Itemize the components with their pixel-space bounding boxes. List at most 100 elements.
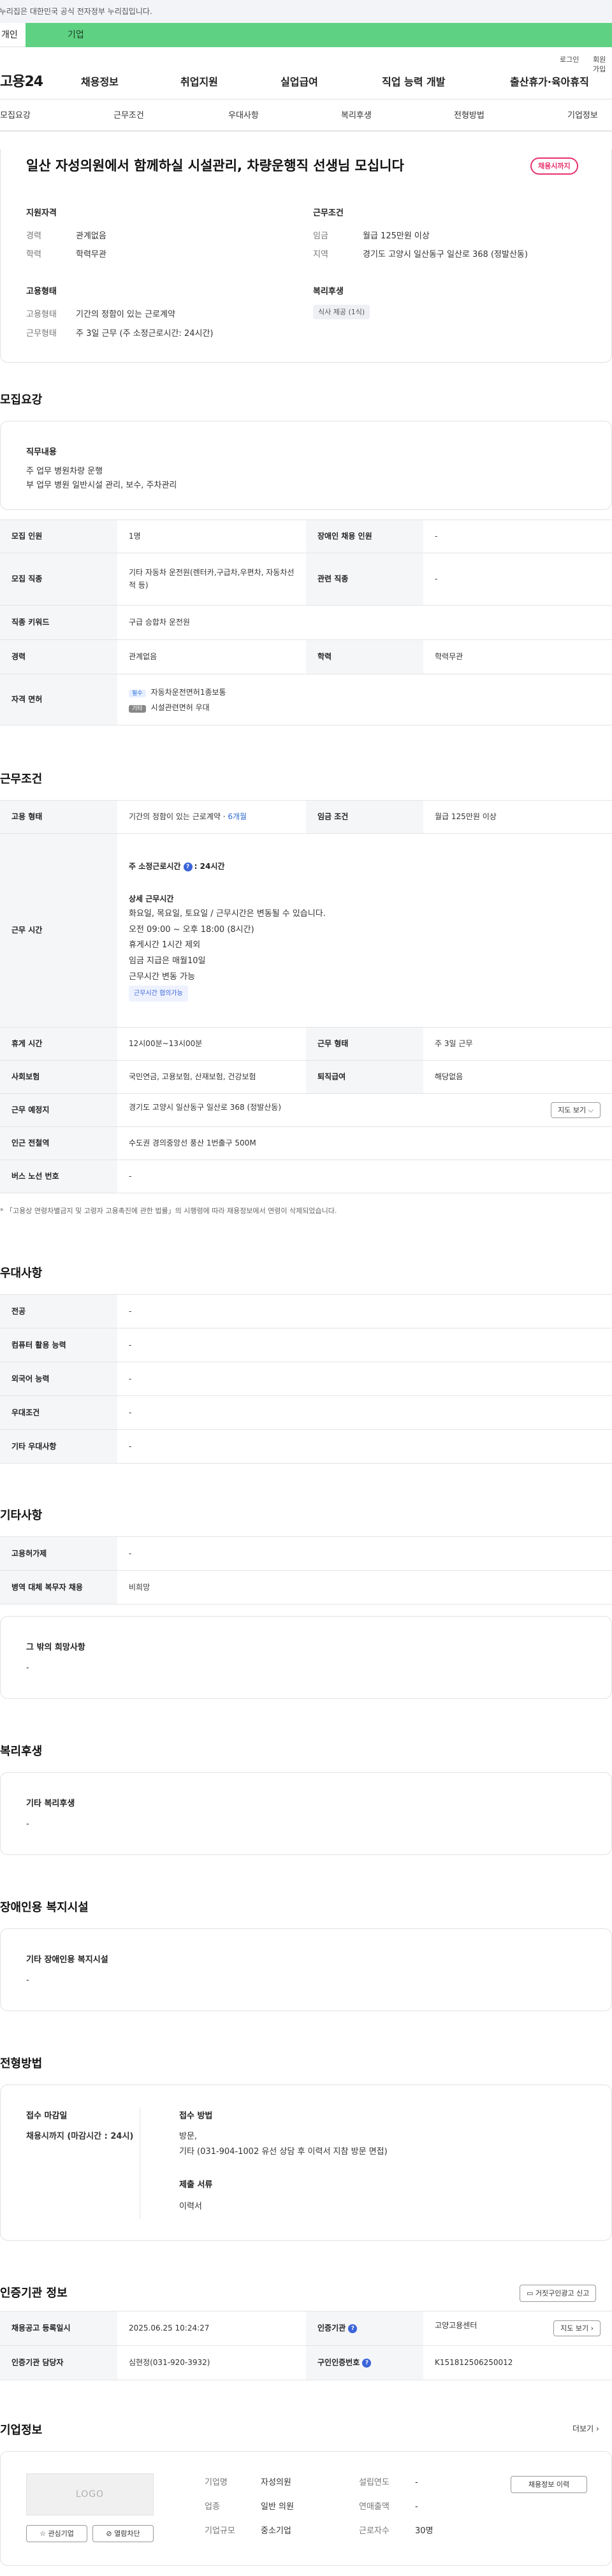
gnb-menu-training[interactable]: 직업 능력 개발 xyxy=(382,75,445,89)
hours-line-4: 임금 지급은 매월10일 xyxy=(129,956,206,966)
table-row: 우대조건 - xyxy=(0,1395,612,1430)
severance-value: 해당없음 xyxy=(423,1060,612,1094)
permit-value: - xyxy=(117,1536,612,1571)
report-fake-ad-button[interactable]: ▭ 거짓구인광고 신고 xyxy=(520,2285,597,2303)
weekly-hours-label: 주 소정근로시간 xyxy=(129,862,184,871)
tab-recruit[interactable]: 모집요강 xyxy=(0,110,31,122)
agency-heading: 인증기관 정보 xyxy=(0,2287,68,2300)
gnb-menu-leave[interactable]: 출산휴가·육아휴직 xyxy=(510,75,589,89)
table-row: 경력 관계없음 학력 학력무관 xyxy=(0,639,612,674)
table-row: 고용허가제 - xyxy=(0,1536,612,1571)
language-value: - xyxy=(117,1362,612,1396)
table-row: 모집 인원 1명 장애인 채용 인원 - xyxy=(0,520,612,553)
business-tab[interactable]: 기업 xyxy=(26,23,612,47)
company-sales-row: 연매출액 - xyxy=(359,2501,418,2513)
job-history-button[interactable]: 채용정보 이력 xyxy=(511,2476,587,2494)
info-icon[interactable]: ? xyxy=(183,862,193,871)
gnb-menu-employment-support[interactable]: 취업지원 xyxy=(180,75,218,89)
info-icon[interactable]: ? xyxy=(362,2358,372,2368)
company-staff-value: 30명 xyxy=(415,2526,433,2536)
hours-label: 근무 시간 xyxy=(0,833,117,1028)
etc-heading: 기타사항 xyxy=(0,1509,43,1522)
tab-welfare[interactable]: 복리후생 xyxy=(341,110,372,122)
license-required: 자동차운전면허1종보통 xyxy=(150,687,226,697)
station-value: 수도권 경의중앙선 풍산 1번출구 500M xyxy=(117,1126,612,1160)
agency-map-label: 지도 보기 xyxy=(560,2324,589,2332)
personal-tab[interactable]: 개인 xyxy=(0,23,26,47)
license-value: 필수 자동차운전면허1종보통 기타 시설관련면허 우대 xyxy=(117,674,612,725)
welfare-heading: 복리후생 xyxy=(0,1745,43,1758)
info-icon[interactable]: ? xyxy=(348,2324,358,2333)
agency-table: 채용공고 등록일시 2025.06.25 10:24:27 인증기관 ? 고양고… xyxy=(0,2311,612,2380)
login-link[interactable]: 로그인 xyxy=(560,55,579,64)
company-staff-label: 근로자수 xyxy=(359,2526,390,2536)
etc-box-title: 그 밖의 희망사항 xyxy=(26,1643,85,1652)
method-title: 접수 방법 xyxy=(179,2111,213,2121)
star-icon: ☆ xyxy=(40,2529,46,2538)
duty-title: 직무내용 xyxy=(26,448,57,457)
gnb-menu-unemployment[interactable]: 실업급여 xyxy=(280,75,318,89)
gnb-menu-jobs[interactable]: 채용정보 xyxy=(81,75,119,89)
emp-period: 6개월 xyxy=(228,812,247,822)
company-name-row: 기업명 자성의원 xyxy=(205,2477,291,2489)
agency-org-cell: 고양고용센터 지도 보기 › xyxy=(423,2311,612,2346)
chevron-right-icon: › xyxy=(590,2324,594,2332)
workplace-label: 근무 예정지 xyxy=(0,1093,117,1127)
job-value: 기타 자동차 운전원(렌터카,구급차,우편차, 자동차선적 등) xyxy=(117,553,306,606)
tab-preferences[interactable]: 우대사항 xyxy=(228,110,259,122)
deadline-badge: 채용시까지 xyxy=(530,157,578,175)
disabled-label: 장애인 채용 인원 xyxy=(306,520,423,553)
emp-type-value: 기간의 정함이 있는 근로계약 · xyxy=(129,812,228,822)
conditions-table: 고용 형태 기간의 정함이 있는 근로계약 · 6개월 임금 조건 월급 125… xyxy=(0,800,612,1193)
form-label: 근무 형태 xyxy=(306,1027,423,1061)
emp-type-cell: 기간의 정함이 있는 근로계약 · 6개월 xyxy=(117,800,306,834)
preferences-heading: 우대사항 xyxy=(0,1267,43,1280)
table-row: 고용 형태 기간의 정함이 있는 근로계약 · 6개월 임금 조건 월급 125… xyxy=(0,800,612,834)
block-label: 열람차단 xyxy=(114,2529,140,2538)
tab-company[interactable]: 기업정보 xyxy=(567,110,598,122)
reg-date-label: 채용공고 등록일시 xyxy=(0,2311,117,2346)
company-industry-value: 일반 의원 xyxy=(261,2502,294,2512)
table-row: 사회보험 국민연금, 고용보험, 산재보험, 건강보험 퇴직급여 해당없음 xyxy=(0,1060,612,1094)
edu-label: 학력 xyxy=(306,639,423,674)
etc-table: 고용허가제 - 병역 대체 복무자 채용 비희망 xyxy=(0,1536,612,1605)
etc-box: 그 밖의 희망사항 - xyxy=(0,1616,612,1699)
company-more-link[interactable]: 더보기 › xyxy=(572,2424,599,2434)
duty-line-1: 주 업무 병원차량 운행 xyxy=(26,467,103,476)
disability-box-text: - xyxy=(26,1976,29,1985)
tab-conditions[interactable]: 근무조건 xyxy=(113,110,144,122)
severance-label: 퇴직급여 xyxy=(306,1060,423,1094)
chevron-down-icon: ⌵ xyxy=(588,1105,594,1114)
cert-number-label: 구인인증번호 xyxy=(317,2358,360,2368)
recruit-heading: 모집요강 xyxy=(0,393,43,407)
agency-map-button[interactable]: 지도 보기 › xyxy=(553,2320,601,2337)
count-value: 1명 xyxy=(117,520,306,553)
rest-value: 12시00분~13시00분 xyxy=(117,1027,306,1061)
station-label: 인근 전철역 xyxy=(0,1126,117,1160)
favorite-company-button[interactable]: ☆ 관심기업 xyxy=(26,2525,87,2543)
table-row: 채용공고 등록일시 2025.06.25 10:24:27 인증기관 ? 고양고… xyxy=(0,2311,612,2346)
deadline-title: 접수 마감일 xyxy=(26,2111,68,2121)
gov-notice-bar: 이 누리집은 대한민국 공식 전자정부 누리집입니다. xyxy=(0,0,612,23)
table-row: 휴게 시간 12시00분~13시00분 근무 형태 주 3일 근무 xyxy=(0,1027,612,1061)
weekly-hours-value: : 24시간 xyxy=(194,862,225,871)
table-row: 병역 대체 복무자 채용 비희망 xyxy=(0,1570,612,1605)
block-view-button[interactable]: ⊘ 열람차단 xyxy=(92,2525,154,2543)
tab-selection[interactable]: 전형방법 xyxy=(454,110,484,122)
map-button-label: 지도 보기 xyxy=(558,1105,586,1114)
welfare-summary-heading: 복리후생 xyxy=(313,287,344,296)
company-logo-text: LOGO xyxy=(75,2489,105,2500)
workplace-value: 경기도 고양시 일산동구 일산로 368 (정발산동) xyxy=(129,1102,282,1112)
agency-org-label-cell: 인증기관 ? xyxy=(306,2311,423,2346)
emp-form-label: 근무형태 xyxy=(26,329,57,338)
table-row: 컴퓨터 활용 능력 - xyxy=(0,1328,612,1362)
work-wage-label: 임금 xyxy=(313,231,328,241)
map-button[interactable]: 지도 보기 ⌵ xyxy=(551,1102,601,1119)
computer-value: - xyxy=(117,1328,612,1362)
related-value: - xyxy=(423,553,612,606)
license-label: 자격 면허 xyxy=(0,674,117,725)
reg-date-value: 2025.06.25 10:24:27 xyxy=(117,2311,306,2346)
hours-line-2: 오전 09:00 ~ 오후 18:00 (8시간) xyxy=(129,924,254,935)
site-logo[interactable]: 고용24 xyxy=(0,73,43,92)
qual-career-row: 경력 관계없음 xyxy=(26,231,106,242)
